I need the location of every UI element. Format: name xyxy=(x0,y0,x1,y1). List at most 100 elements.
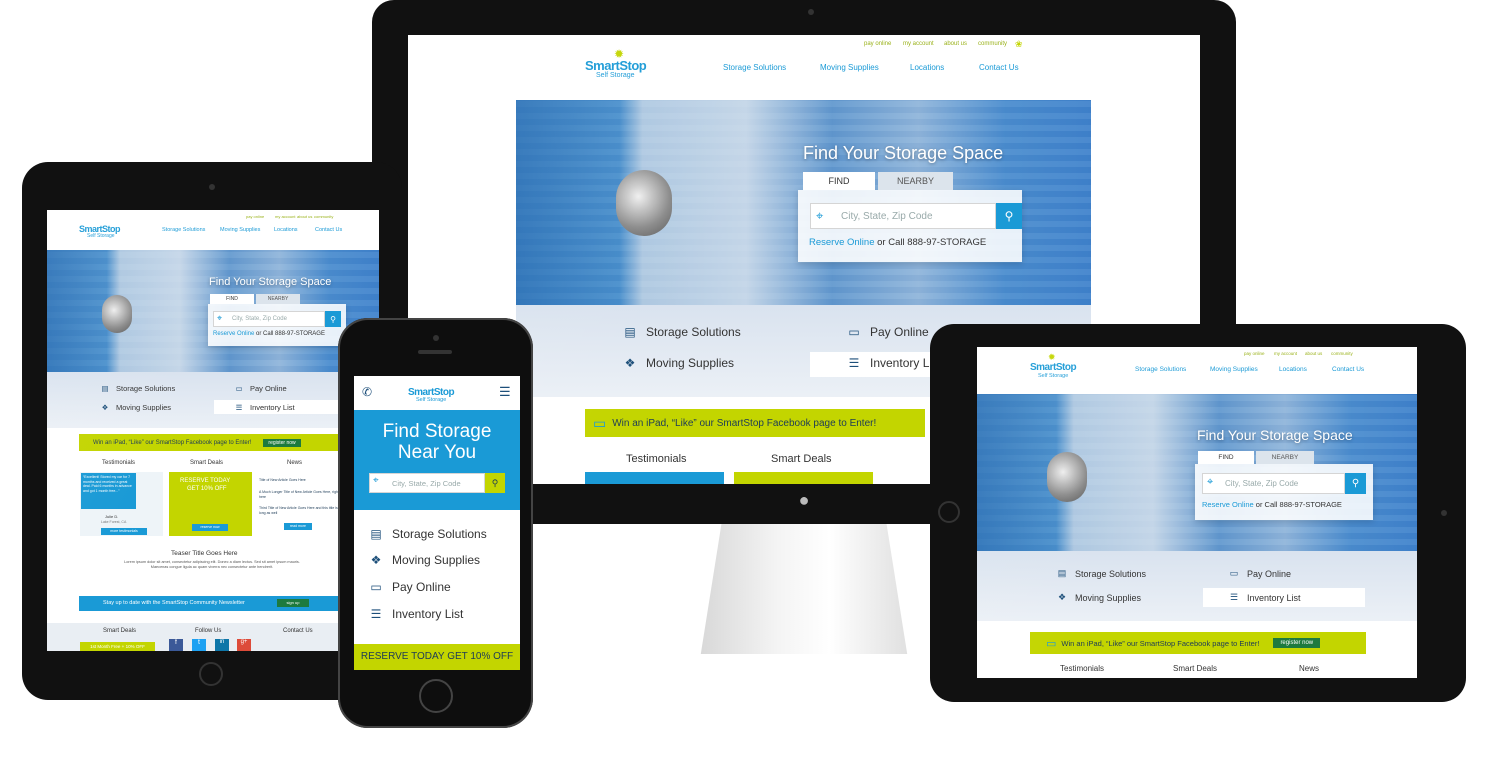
t1-util-community[interactable]: community xyxy=(314,214,333,219)
phone-quick-moving[interactable]: ❖ Moving Supplies xyxy=(369,553,480,567)
t1-tab-find[interactable]: FIND xyxy=(210,294,254,304)
t1-teaser-title: Teaser Title Goes Here xyxy=(171,550,238,557)
util-pay-online[interactable]: pay online xyxy=(864,41,891,47)
phone-quick-inventory[interactable]: ☰ Inventory List xyxy=(369,607,464,621)
t1-read-more-button[interactable]: read more xyxy=(284,523,312,530)
nav-contact-us[interactable]: Contact Us xyxy=(979,63,1019,72)
locate-icon[interactable]: ⌖ xyxy=(816,208,823,224)
t2-quick-pay-label: Pay Online xyxy=(1247,568,1292,579)
t2-search-input[interactable]: City, State, Zip Code xyxy=(1202,473,1345,494)
quick-storage-solutions[interactable]: ▤ Storage Solutions xyxy=(620,325,741,339)
quick-moving-supplies[interactable]: ❖ Moving Supplies xyxy=(620,356,734,370)
t1-nav-storage[interactable]: Storage Solutions xyxy=(162,227,205,233)
t1-nav-locations[interactable]: Locations xyxy=(274,227,298,233)
linkedin-icon[interactable]: in xyxy=(215,639,229,651)
t1-news-1[interactable]: Title of New Article Goes Here xyxy=(259,478,344,483)
t1-news-3[interactable]: Third Title of New Article Goes Here and… xyxy=(259,506,344,515)
t2-logo[interactable]: SmartStop xyxy=(1030,362,1077,373)
t1-reserve-now-button[interactable]: reserve now xyxy=(192,524,228,531)
phone-quick-pay[interactable]: ▭ Pay Online xyxy=(369,580,451,594)
t2-laptop-icon: ▭ xyxy=(1229,568,1239,578)
util-about-us[interactable]: about us xyxy=(944,41,967,47)
util-my-account[interactable]: my account xyxy=(903,41,934,47)
facebook-icon[interactable]: f xyxy=(169,639,183,651)
t1-locate-icon[interactable]: ⌖ xyxy=(217,313,222,324)
quick-pay-online[interactable]: ▭ Pay Online xyxy=(844,325,928,339)
t1-search-icon[interactable]: ⚲ xyxy=(325,311,341,327)
t2-nav-moving[interactable]: Moving Supplies xyxy=(1210,366,1258,373)
t2-promo-banner[interactable]: ▭ Win an iPad, “Like” our SmartStop Faceb… xyxy=(1030,632,1366,654)
t2-search-icon[interactable]: ⚲ xyxy=(1345,473,1366,494)
t2-locate-icon[interactable]: ⌖ xyxy=(1207,476,1213,489)
t2-reserve-link[interactable]: Reserve Online xyxy=(1202,500,1254,509)
phone-quick-storage[interactable]: ▤ Storage Solutions xyxy=(369,527,486,541)
t1-quick-moving[interactable]: ❖ Moving Supplies xyxy=(99,403,171,412)
tab-nearby[interactable]: NEARBY xyxy=(878,172,953,190)
search-icon[interactable]: ⚲ xyxy=(996,203,1022,229)
t2-util-account[interactable]: my account xyxy=(1274,351,1297,356)
quick-inventory-list[interactable]: ☰ Inventory List xyxy=(844,356,942,370)
nav-storage-solutions[interactable]: Storage Solutions xyxy=(723,63,786,72)
t1-quick-storage[interactable]: ▤ Storage Solutions xyxy=(99,384,175,393)
phone-cta-banner[interactable]: RESERVE TODAY GET 10% OFF xyxy=(354,644,520,670)
tab-find[interactable]: FIND xyxy=(803,172,875,190)
t2-quick-moving[interactable]: ❖ Moving Supplies xyxy=(1055,592,1141,603)
t1-search-input[interactable]: City, State, Zip Code xyxy=(213,311,325,327)
search-input[interactable]: City, State, Zip Code xyxy=(810,203,996,229)
t1-reserve-link[interactable]: Reserve Online xyxy=(213,331,254,337)
t1-promo-banner[interactable]: Win an iPad, “Like” our SmartStop Facebo… xyxy=(79,434,341,451)
nav-moving-supplies[interactable]: Moving Supplies xyxy=(820,63,879,72)
t2-hero-title: Find Your Storage Space xyxy=(1197,427,1353,443)
tablet-left-screen: pay online my account about us community… xyxy=(47,210,379,651)
phone-search-icon[interactable]: ⚲ xyxy=(485,473,505,493)
t1-nav-contact[interactable]: Contact Us xyxy=(315,227,342,233)
t2-quick-inventory[interactable]: ☰ Inventory List xyxy=(1227,592,1301,603)
t1-more-testimonials-button[interactable]: more testimonials xyxy=(101,528,147,535)
t1-sign-up-button[interactable]: sign up xyxy=(277,599,309,607)
t2-reserve-phone[interactable]: 888-97-STORAGE xyxy=(1280,500,1342,509)
reserve-online-link[interactable]: Reserve Online xyxy=(809,237,874,248)
googleplus-icon[interactable]: g+ xyxy=(237,639,251,651)
promo-text: Win an iPad, “Like” our SmartStop Facebo… xyxy=(612,417,877,429)
phone-home-button[interactable] xyxy=(419,679,453,713)
t2-nav-storage[interactable]: Storage Solutions xyxy=(1135,366,1186,373)
tablet-left-home-button[interactable] xyxy=(199,662,223,686)
twitter-icon[interactable]: t xyxy=(192,639,206,651)
t2-nav-contact[interactable]: Contact Us xyxy=(1332,366,1364,373)
t1-nav-moving[interactable]: Moving Supplies xyxy=(220,227,260,233)
t1-util-pay[interactable]: pay online xyxy=(246,214,264,219)
quick-storage-label: Storage Solutions xyxy=(646,325,741,339)
t1-tab-nearby[interactable]: NEARBY xyxy=(256,294,300,304)
phone-search-input[interactable]: City, State, Zip Code xyxy=(369,473,485,493)
t1-lock-icon xyxy=(102,295,132,333)
t2-tab-find[interactable]: FIND xyxy=(1198,451,1254,464)
t1-register-button[interactable]: register now xyxy=(263,438,301,447)
nav-locations[interactable]: Locations xyxy=(910,63,944,72)
t1-reserve-phone[interactable]: 888-97-STORAGE xyxy=(275,331,325,337)
t2-register-button[interactable]: register now xyxy=(1273,638,1321,648)
t1-footer-deal[interactable]: 1st Month Free + 10% OFF xyxy=(80,642,155,651)
reserve-phone[interactable]: 888-97-STORAGE xyxy=(907,237,986,248)
t1-util-account[interactable]: my account xyxy=(275,214,295,219)
t2-quick-pay[interactable]: ▭ Pay Online xyxy=(1227,568,1291,579)
t2-util-community[interactable]: community xyxy=(1331,351,1353,356)
hamburger-menu-icon[interactable]: ☰ xyxy=(499,384,511,400)
logo[interactable]: SmartStop xyxy=(585,58,647,73)
t1-quick-inventory[interactable]: ☰ Inventory List xyxy=(233,403,295,412)
phone-quick-pay-label: Pay Online xyxy=(392,580,451,594)
phone-call-icon[interactable]: ✆ xyxy=(362,385,372,399)
util-community[interactable]: community xyxy=(978,41,1007,47)
t1-util-about[interactable]: about us xyxy=(297,214,312,219)
t2-nav-locations[interactable]: Locations xyxy=(1279,366,1307,373)
phone-screen: ✆ SmartStop Self Storage ☰ Find Storage … xyxy=(354,376,520,670)
t2-util-pay[interactable]: pay online xyxy=(1244,351,1265,356)
t2-tab-nearby[interactable]: NEARBY xyxy=(1256,451,1314,464)
t2-quick-storage[interactable]: ▤ Storage Solutions xyxy=(1055,568,1146,579)
phone-locate-icon[interactable]: ⌖ xyxy=(373,475,379,486)
t2-util-about[interactable]: about us xyxy=(1305,351,1322,356)
tablet-right-home-button[interactable] xyxy=(938,501,960,523)
t1-quick-pay[interactable]: ▭ Pay Online xyxy=(233,384,286,393)
quick-moving-label: Moving Supplies xyxy=(646,356,735,370)
promo-banner[interactable]: ▭ Win an iPad, “Like” our SmartStop Faceb… xyxy=(585,409,925,437)
t1-news-2[interactable]: A Much Longer Title of New Article Goes … xyxy=(259,490,344,499)
